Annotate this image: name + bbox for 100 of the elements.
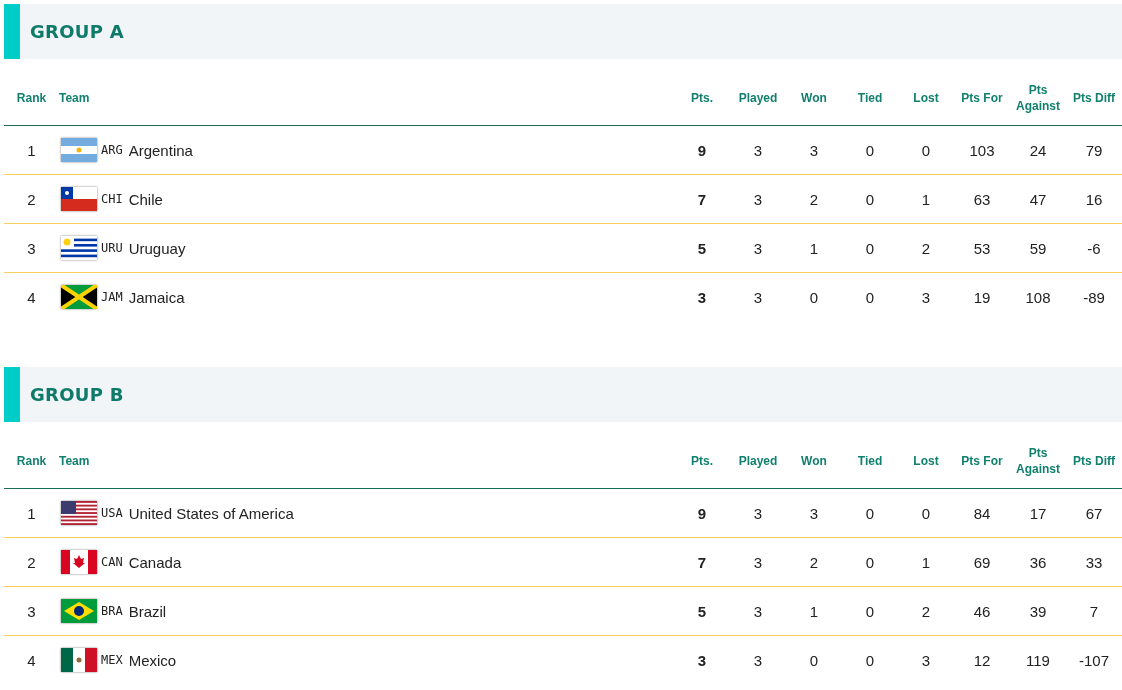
team-name: Uruguay	[128, 239, 186, 257]
table-cell: 5	[674, 223, 730, 273]
table-cell: 1	[898, 537, 954, 587]
table-cell: 119	[1010, 635, 1066, 684]
table-cell: 7	[674, 537, 730, 587]
table-cell: 7	[674, 174, 730, 224]
table-cell: 39	[1010, 586, 1066, 636]
team-code: CAN	[101, 555, 123, 569]
table-cell: 33	[1066, 537, 1122, 587]
table-cell: 3	[730, 635, 786, 684]
column-header: Rank	[4, 433, 59, 489]
rank-cell: 2	[4, 174, 59, 224]
table-cell: 36	[1010, 537, 1066, 587]
table-cell: 69	[954, 537, 1010, 587]
table-cell: 19	[954, 272, 1010, 321]
table-cell: 0	[842, 174, 898, 224]
table-cell: 0	[786, 272, 842, 321]
table-cell: 0	[842, 223, 898, 273]
column-header: Lost	[898, 70, 954, 126]
table-cell: 3	[898, 635, 954, 684]
jamaica-flag-icon	[61, 285, 97, 309]
column-header: Pts.	[674, 70, 730, 126]
team-name: Jamaica	[128, 288, 185, 306]
table-cell: 103	[954, 125, 1010, 175]
column-header: Pts Against	[1010, 433, 1066, 489]
table-cell: 1	[898, 174, 954, 224]
column-header: Won	[786, 70, 842, 126]
table-cell: 0	[898, 488, 954, 538]
table-cell: 3	[730, 586, 786, 636]
team-name: Mexico	[128, 651, 177, 669]
column-header: Pts.	[674, 433, 730, 489]
table-cell: 3	[730, 488, 786, 538]
mexico-flag-icon	[61, 648, 97, 672]
table-cell: 3	[730, 537, 786, 587]
rank-cell: 3	[4, 586, 59, 636]
table-cell: 2	[898, 223, 954, 273]
column-header: Played	[730, 70, 786, 126]
table-cell: 5	[674, 586, 730, 636]
column-header: Won	[786, 433, 842, 489]
table-cell: 3	[730, 223, 786, 273]
table-cell: 0	[842, 488, 898, 538]
table-cell: 0	[898, 125, 954, 175]
column-header: Pts Diff	[1066, 433, 1122, 489]
table-cell: 3	[674, 272, 730, 321]
team-code: CHI	[101, 192, 123, 206]
table-cell: 108	[1010, 272, 1066, 321]
column-header: Pts For	[954, 433, 1010, 489]
table-cell: 47	[1010, 174, 1066, 224]
group-title: GROUP A	[30, 21, 125, 42]
table-cell: 3	[898, 272, 954, 321]
table-cell: 16	[1066, 174, 1122, 224]
team-code: URU	[101, 241, 123, 255]
team-name: Brazil	[128, 602, 167, 620]
rank-cell: 4	[4, 635, 59, 684]
table-cell: 3	[786, 488, 842, 538]
team-code: JAM	[101, 290, 123, 304]
table-cell: -6	[1066, 223, 1122, 273]
table-cell: 17	[1010, 488, 1066, 538]
table-cell: 0	[842, 272, 898, 321]
table-cell: 3	[786, 125, 842, 175]
column-header: Pts Against	[1010, 70, 1066, 126]
table-cell: 2	[786, 537, 842, 587]
accent-stripe	[4, 4, 20, 59]
table-cell: 59	[1010, 223, 1066, 273]
table-cell: 2	[898, 586, 954, 636]
column-header: Lost	[898, 433, 954, 489]
table-cell: 3	[674, 635, 730, 684]
table-cell: 67	[1066, 488, 1122, 538]
table-cell: 84	[954, 488, 1010, 538]
table-cell: 63	[954, 174, 1010, 224]
canada-flag-icon	[61, 550, 97, 574]
table-cell: -107	[1066, 635, 1122, 684]
team-name: United States of America	[128, 504, 294, 522]
rank-cell: 1	[4, 125, 59, 175]
table-cell: 0	[842, 586, 898, 636]
table-cell: 46	[954, 586, 1010, 636]
table-cell: 9	[674, 488, 730, 538]
table-cell: 0	[842, 537, 898, 587]
column-header: Played	[730, 433, 786, 489]
usa-flag-icon	[61, 501, 97, 525]
rank-cell: 4	[4, 272, 59, 321]
team-name: Chile	[128, 190, 163, 208]
column-header: Team	[59, 433, 674, 489]
column-header: Team	[59, 70, 674, 126]
team-code: BRA	[101, 604, 123, 618]
rank-cell: 1	[4, 488, 59, 538]
table-cell: 24	[1010, 125, 1066, 175]
table-cell: 7	[1066, 586, 1122, 636]
table-cell: 2	[786, 174, 842, 224]
rank-cell: 2	[4, 537, 59, 587]
argentina-flag-icon	[61, 138, 97, 162]
table-cell: -89	[1066, 272, 1122, 321]
team-code: ARG	[101, 143, 123, 157]
team-name: Argentina	[128, 141, 193, 159]
table-cell: 0	[842, 635, 898, 684]
table-cell: 3	[730, 125, 786, 175]
accent-stripe	[4, 367, 20, 422]
column-header: Tied	[842, 70, 898, 126]
table-cell: 1	[786, 586, 842, 636]
team-code: MEX	[101, 653, 123, 667]
